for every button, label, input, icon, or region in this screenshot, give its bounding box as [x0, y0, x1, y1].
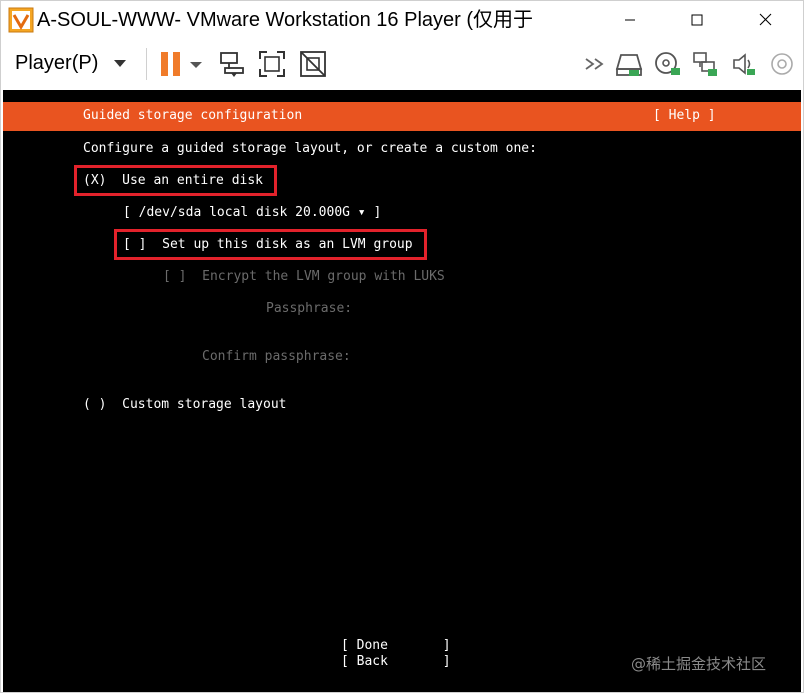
window-title: A-SOUL-WWW- VMware Workstation 16 Player…: [37, 9, 534, 31]
player-menu-button[interactable]: Player(P): [15, 50, 127, 76]
network-adapter-icon[interactable]: [691, 49, 721, 79]
close-button[interactable]: [731, 1, 799, 38]
installer-header: Guided storage configuration [ Help ]: [3, 102, 801, 131]
toolbar-divider: [146, 48, 147, 80]
cd-dvd-icon[interactable]: [653, 49, 683, 79]
highlight-box-lvm: [114, 229, 427, 260]
minimize-button[interactable]: [596, 1, 664, 38]
usb-device-icon[interactable]: [767, 49, 797, 79]
disk-select-dropdown[interactable]: [ /dev/sda local disk 20.000G ▾ ]: [123, 204, 381, 222]
confirm-passphrase-label: Confirm passphrase:: [202, 349, 351, 364]
vmware-icon: [8, 7, 34, 33]
send-ctrl-alt-del-icon[interactable]: [217, 49, 247, 79]
sound-icon[interactable]: [730, 49, 760, 79]
back-button[interactable]: [ Back ]: [341, 653, 451, 671]
highlight-box-entire-disk: [74, 165, 277, 196]
intro-text: Configure a guided storage layout, or cr…: [83, 141, 537, 156]
fullscreen-icon[interactable]: [257, 49, 287, 79]
custom-storage-layout-radio[interactable]: ( ) Custom storage layout: [83, 396, 287, 414]
minimize-icon: [625, 19, 635, 20]
more-devices-icon[interactable]: [583, 49, 609, 79]
unity-icon[interactable]: [298, 49, 328, 79]
vm-console-screen[interactable]: Guided storage configuration [ Help ] Co…: [3, 90, 801, 692]
player-menu-label: Player(P): [15, 51, 99, 74]
pause-icon[interactable]: [157, 49, 187, 79]
toolbar: Player(P): [1, 38, 803, 90]
watermark: @稀土掘金技术社区: [631, 655, 767, 673]
vmware-player-window: A-SOUL-WWW- VMware Workstation 16 Player…: [0, 0, 804, 693]
title-bar: A-SOUL-WWW- VMware Workstation 16 Player…: [1, 1, 803, 38]
page-title: Guided storage configuration: [83, 108, 303, 123]
chevron-down-icon: [114, 59, 127, 67]
pause-dropdown-icon[interactable]: [187, 49, 205, 79]
maximize-icon: [691, 14, 703, 25]
help-button[interactable]: [ Help ]: [653, 108, 716, 123]
hard-disk-icon[interactable]: [615, 49, 645, 79]
passphrase-label: Passphrase:: [266, 301, 353, 316]
close-icon: [759, 13, 771, 26]
maximize-button[interactable]: [663, 1, 731, 38]
encrypt-luks-checkbox: [ ] Encrypt the LVM group with LUKS: [163, 269, 445, 284]
